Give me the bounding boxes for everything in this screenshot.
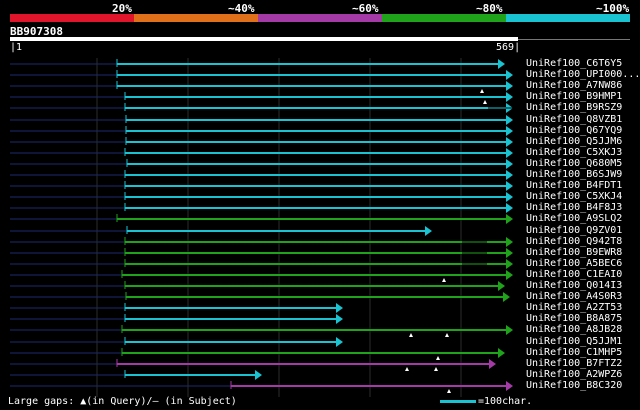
hit-arrow-icon: [336, 337, 343, 347]
hit-label[interactable]: UniRef100_C1MHP5: [526, 347, 622, 358]
blast-graphic-summary: { "percent_labels": ["20%", "~40%", "~60…: [0, 0, 640, 410]
query-gap-icon: [409, 333, 413, 337]
hit-label[interactable]: UniRef100_Q5JJM1: [526, 336, 622, 347]
hit-arrow-icon: [425, 226, 432, 236]
query-gap-icon: [480, 89, 484, 93]
hit-label[interactable]: UniRef100_B8C320: [526, 380, 622, 391]
hit-arrow-icon: [506, 237, 513, 247]
hit-arrow-icon: [506, 248, 513, 258]
hit-arrow-icon: [255, 370, 262, 380]
query-gap-icon: [442, 278, 446, 282]
hit-arrow-icon: [506, 181, 513, 191]
hit-label[interactable]: UniRef100_B9EWR8: [526, 247, 622, 258]
scale-legend-line: [440, 400, 476, 403]
hit-label[interactable]: UniRef100_Q8VZB1: [526, 114, 622, 125]
hit-arrow-icon: [498, 59, 505, 69]
hit-label[interactable]: UniRef100_B7FTZ2: [526, 358, 622, 369]
hit-arrow-icon: [506, 170, 513, 180]
hit-arrow-icon: [506, 70, 513, 80]
hit-label[interactable]: UniRef100_A8JB28: [526, 324, 622, 335]
hit-label[interactable]: UniRef100_UPI000...: [526, 69, 640, 80]
query-gap-icon: [436, 356, 440, 360]
hit-arrow-icon: [506, 148, 513, 158]
hit-arrow-icon: [503, 292, 510, 302]
hit-arrow-icon: [506, 259, 513, 269]
hit-label[interactable]: UniRef100_B4F8J3: [526, 202, 622, 213]
hit-label[interactable]: UniRef100_Q67YQ9: [526, 125, 622, 136]
query-gap-icon: [483, 100, 487, 104]
hit-arrow-icon: [506, 159, 513, 169]
query-gap-icon: [434, 367, 438, 371]
query-gap-icon: [447, 389, 451, 393]
query-gap-icon: [445, 333, 449, 337]
hit-arrow-icon: [506, 325, 513, 335]
hit-arrow-icon: [489, 359, 496, 369]
hit-arrow-icon: [506, 381, 513, 391]
hit-label[interactable]: UniRef100_A7NW86: [526, 80, 622, 91]
hit-arrow-icon: [506, 192, 513, 202]
scale-legend-text: =100char.: [478, 396, 533, 407]
query-gap-icon: [405, 367, 409, 371]
hit-label[interactable]: UniRef100_B8A875: [526, 313, 622, 324]
hit-arrow-icon: [506, 126, 513, 136]
hit-arrow-icon: [336, 314, 343, 324]
hit-label[interactable]: UniRef100_Q9ZV01: [526, 225, 622, 236]
hit-label[interactable]: UniRef100_Q942T8: [526, 236, 622, 247]
hit-label[interactable]: UniRef100_C6T6Y5: [526, 58, 622, 69]
hit-label[interactable]: UniRef100_B9HMP1: [526, 91, 622, 102]
hit-label[interactable]: UniRef100_B4FDT1: [526, 180, 622, 191]
hit-label[interactable]: UniRef100_Q5JJM6: [526, 136, 622, 147]
hit-label[interactable]: UniRef100_C5XKJ3: [526, 147, 622, 158]
hit-label[interactable]: UniRef100_Q680M5: [526, 158, 622, 169]
hit-arrow-icon: [506, 92, 513, 102]
hit-arrow-icon: [506, 203, 513, 213]
gap-legend: Large gaps: ▲(in Query)/‒ (in Subject): [8, 396, 237, 407]
hit-arrow-icon: [498, 281, 505, 291]
hit-arrow-icon: [506, 137, 513, 147]
hit-arrow-icon: [498, 348, 505, 358]
hit-arrow-icon: [336, 303, 343, 313]
hit-label[interactable]: UniRef100_A5BEC6: [526, 258, 622, 269]
hit-label[interactable]: UniRef100_Q014I3: [526, 280, 622, 291]
hit-arrow-icon: [506, 115, 513, 125]
hit-label[interactable]: UniRef100_A2WPZ6: [526, 369, 622, 380]
hit-label[interactable]: UniRef100_C1EAI0: [526, 269, 622, 280]
hit-arrow-icon: [506, 270, 513, 280]
hit-label[interactable]: UniRef100_B6SJW9: [526, 169, 622, 180]
hit-label[interactable]: UniRef100_A2ZT53: [526, 302, 622, 313]
hit-label[interactable]: UniRef100_B9RSZ9: [526, 102, 622, 113]
hit-arrow-icon: [506, 214, 513, 224]
hit-label[interactable]: UniRef100_C5XKJ4: [526, 191, 622, 202]
hit-label[interactable]: UniRef100_A4S0R3: [526, 291, 622, 302]
hit-arrow-icon: [506, 81, 513, 91]
hit-label[interactable]: UniRef100_A9SLQ2: [526, 213, 622, 224]
